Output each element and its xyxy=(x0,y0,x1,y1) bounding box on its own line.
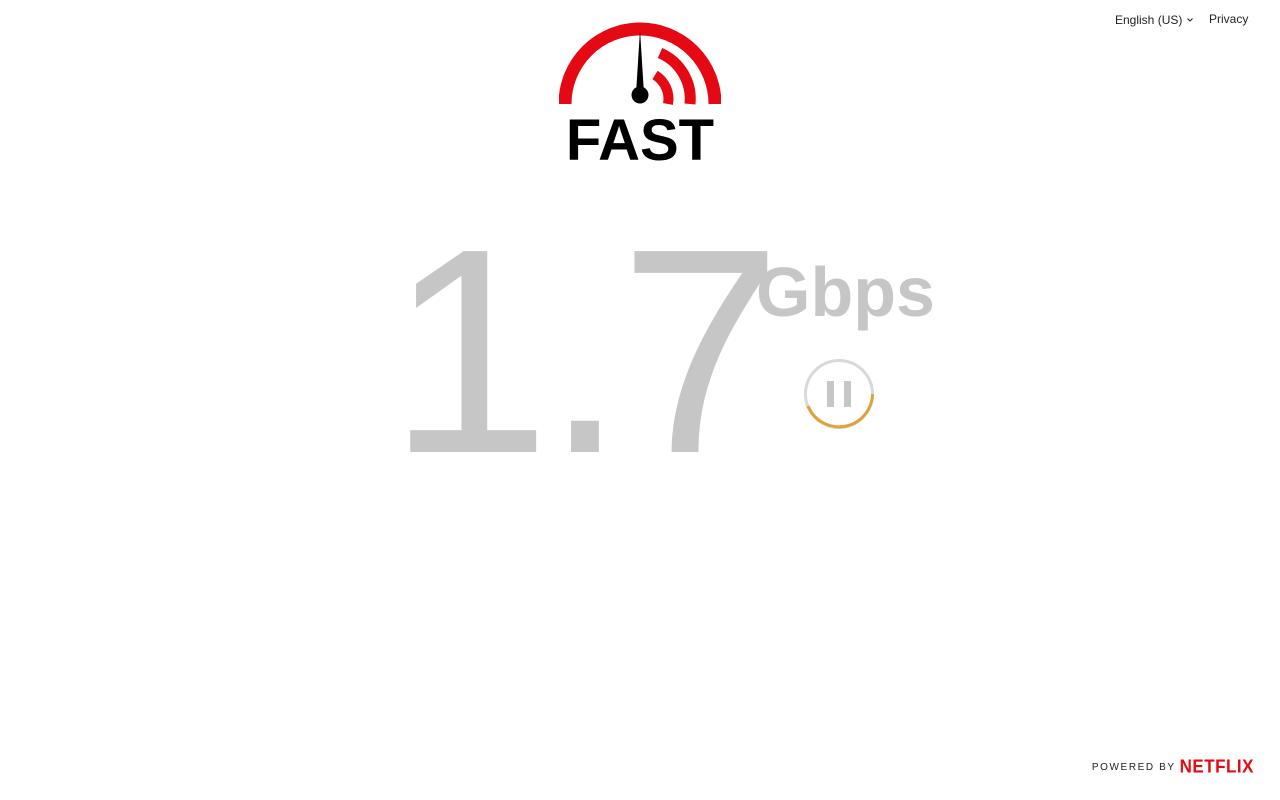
language-selector[interactable]: English (US) xyxy=(1115,13,1194,27)
pause-icon xyxy=(804,359,874,429)
speed-units: Gbps xyxy=(756,253,935,331)
fast-speed-test-page: English (US) Privacy FAST 1.7 Gbps POWER… xyxy=(0,0,1280,800)
powered-by-netflix[interactable]: POWERED BY NETFLIX xyxy=(1091,756,1254,777)
chevron-down-icon xyxy=(1187,18,1194,22)
language-label: English (US) xyxy=(1115,13,1183,27)
logo-text: FAST xyxy=(565,108,715,173)
pause-button[interactable] xyxy=(803,358,875,430)
speed-value: 1.7 xyxy=(388,188,782,514)
powered-by-text: POWERED BY xyxy=(1091,761,1176,773)
speedometer-icon xyxy=(559,22,721,105)
fast-logo: FAST xyxy=(559,15,721,173)
privacy-link[interactable]: Privacy xyxy=(1209,12,1248,26)
netflix-logo: NETFLIX xyxy=(1179,756,1254,777)
